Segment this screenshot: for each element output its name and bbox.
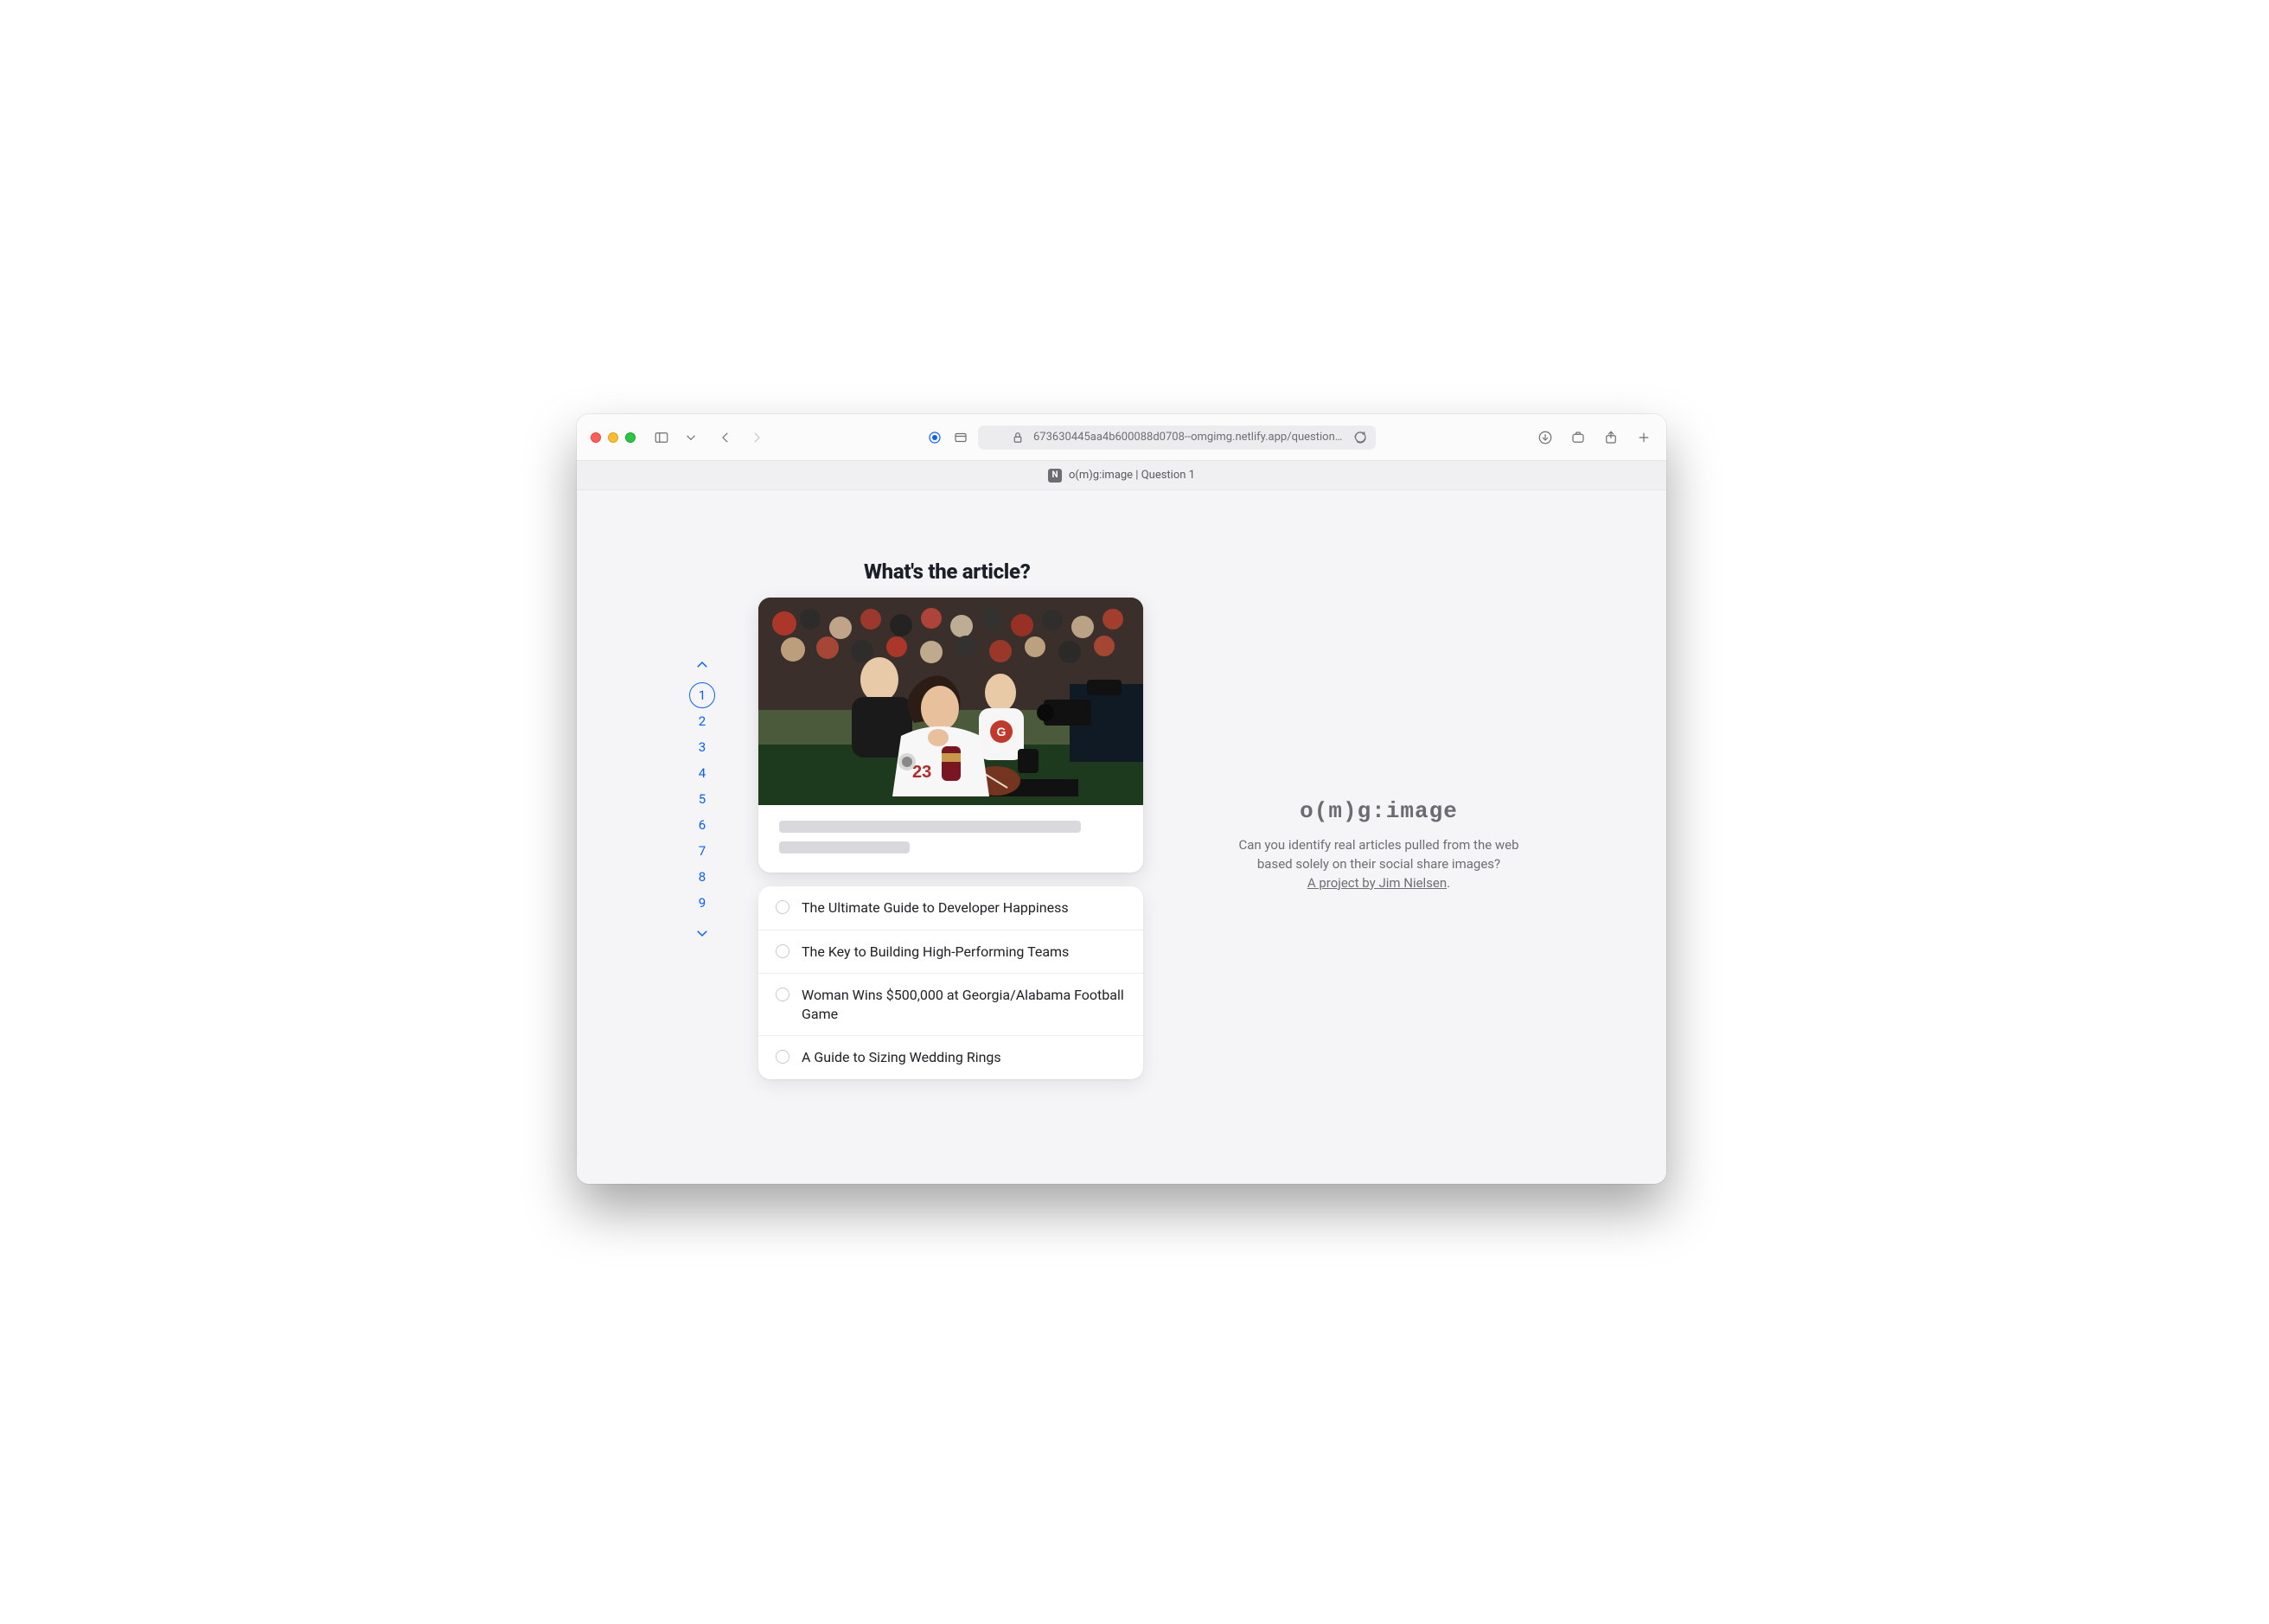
next-question-button[interactable] — [692, 923, 713, 943]
extensions-icon[interactable] — [1569, 429, 1587, 446]
new-tab-icon[interactable] — [1635, 429, 1652, 446]
tab-title[interactable]: o(m)g:image | Question 1 — [1069, 469, 1195, 482]
answer-label: Woman Wins $500,000 at Georgia/Alabama F… — [802, 986, 1126, 1023]
answer-label: The Ultimate Guide to Developer Happines… — [802, 898, 1069, 917]
radio-icon — [776, 1050, 789, 1064]
share-icon[interactable] — [1602, 429, 1620, 446]
question-nav-8[interactable]: 8 — [689, 864, 715, 890]
answer-option[interactable]: The Key to Building High-Performing Team… — [758, 930, 1143, 975]
answer-option[interactable]: The Ultimate Guide to Developer Happines… — [758, 886, 1143, 930]
browser-toolbar: 673630445aa4b600088d0708--omgimg.netlify… — [577, 414, 1666, 461]
question-nav: 123456789 — [681, 655, 724, 1132]
prev-question-button[interactable] — [692, 655, 713, 675]
lock-icon — [1009, 429, 1026, 446]
question-nav-5[interactable]: 5 — [689, 786, 715, 812]
question-nav-7[interactable]: 7 — [689, 838, 715, 864]
tab-favicon: N — [1048, 469, 1062, 483]
minimize-window-button[interactable] — [608, 432, 618, 443]
tagline-period: . — [1447, 875, 1450, 891]
radio-icon — [776, 900, 789, 914]
question-nav-3[interactable]: 3 — [689, 734, 715, 760]
article-title-placeholder — [758, 805, 1143, 873]
question-nav-2[interactable]: 2 — [689, 708, 715, 734]
svg-text:23: 23 — [912, 763, 931, 782]
address-bar[interactable]: 673630445aa4b600088d0708--omgimg.netlify… — [978, 425, 1376, 450]
answer-label: A Guide to Sizing Wedding Rings — [802, 1048, 1001, 1067]
answer-option[interactable]: Woman Wins $500,000 at Georgia/Alabama F… — [758, 974, 1143, 1036]
tagline-text: Can you identify real articles pulled fr… — [1238, 837, 1518, 872]
safari-window: 673630445aa4b600088d0708--omgimg.netlify… — [577, 414, 1666, 1184]
downloads-icon[interactable] — [1537, 429, 1554, 446]
forward-button — [748, 429, 765, 446]
answer-label: The Key to Building High-Performing Team… — [802, 943, 1069, 962]
question-title: What's the article? — [864, 559, 1143, 584]
radio-icon — [776, 944, 789, 958]
about-panel: o(m)g:image Can you identify real articl… — [1178, 559, 1614, 1132]
tab-bar: N o(m)g:image | Question 1 — [577, 461, 1666, 490]
svg-text:G: G — [997, 725, 1007, 738]
url-text: 673630445aa4b600088d0708--omgimg.netlify… — [1033, 431, 1345, 444]
project-link[interactable]: A project by Jim Nielsen — [1307, 875, 1447, 891]
answer-list: The Ultimate Guide to Developer Happines… — [758, 886, 1143, 1079]
window-controls — [591, 432, 636, 443]
autoplay-icon[interactable] — [926, 429, 943, 446]
question-nav-4[interactable]: 4 — [689, 760, 715, 786]
article-image: G — [758, 598, 1143, 805]
question-nav-6[interactable]: 6 — [689, 812, 715, 838]
back-button[interactable] — [717, 429, 734, 446]
close-window-button[interactable] — [591, 432, 601, 443]
question-nav-1[interactable]: 1 — [689, 682, 715, 708]
radio-icon — [776, 988, 789, 1001]
article-preview-card: G — [758, 598, 1143, 873]
answer-option[interactable]: A Guide to Sizing Wedding Rings — [758, 1036, 1143, 1079]
site-logo: o(m)g:image — [1300, 798, 1458, 824]
page-content: 123456789 What's the article? — [577, 490, 1666, 1184]
refresh-icon[interactable] — [1352, 429, 1369, 446]
maximize-window-button[interactable] — [625, 432, 636, 443]
tab-group-chevron-icon[interactable] — [682, 429, 700, 446]
website-settings-icon[interactable] — [952, 429, 969, 446]
question-nav-9[interactable]: 9 — [689, 890, 715, 916]
sidebar-toggle-icon[interactable] — [653, 429, 670, 446]
